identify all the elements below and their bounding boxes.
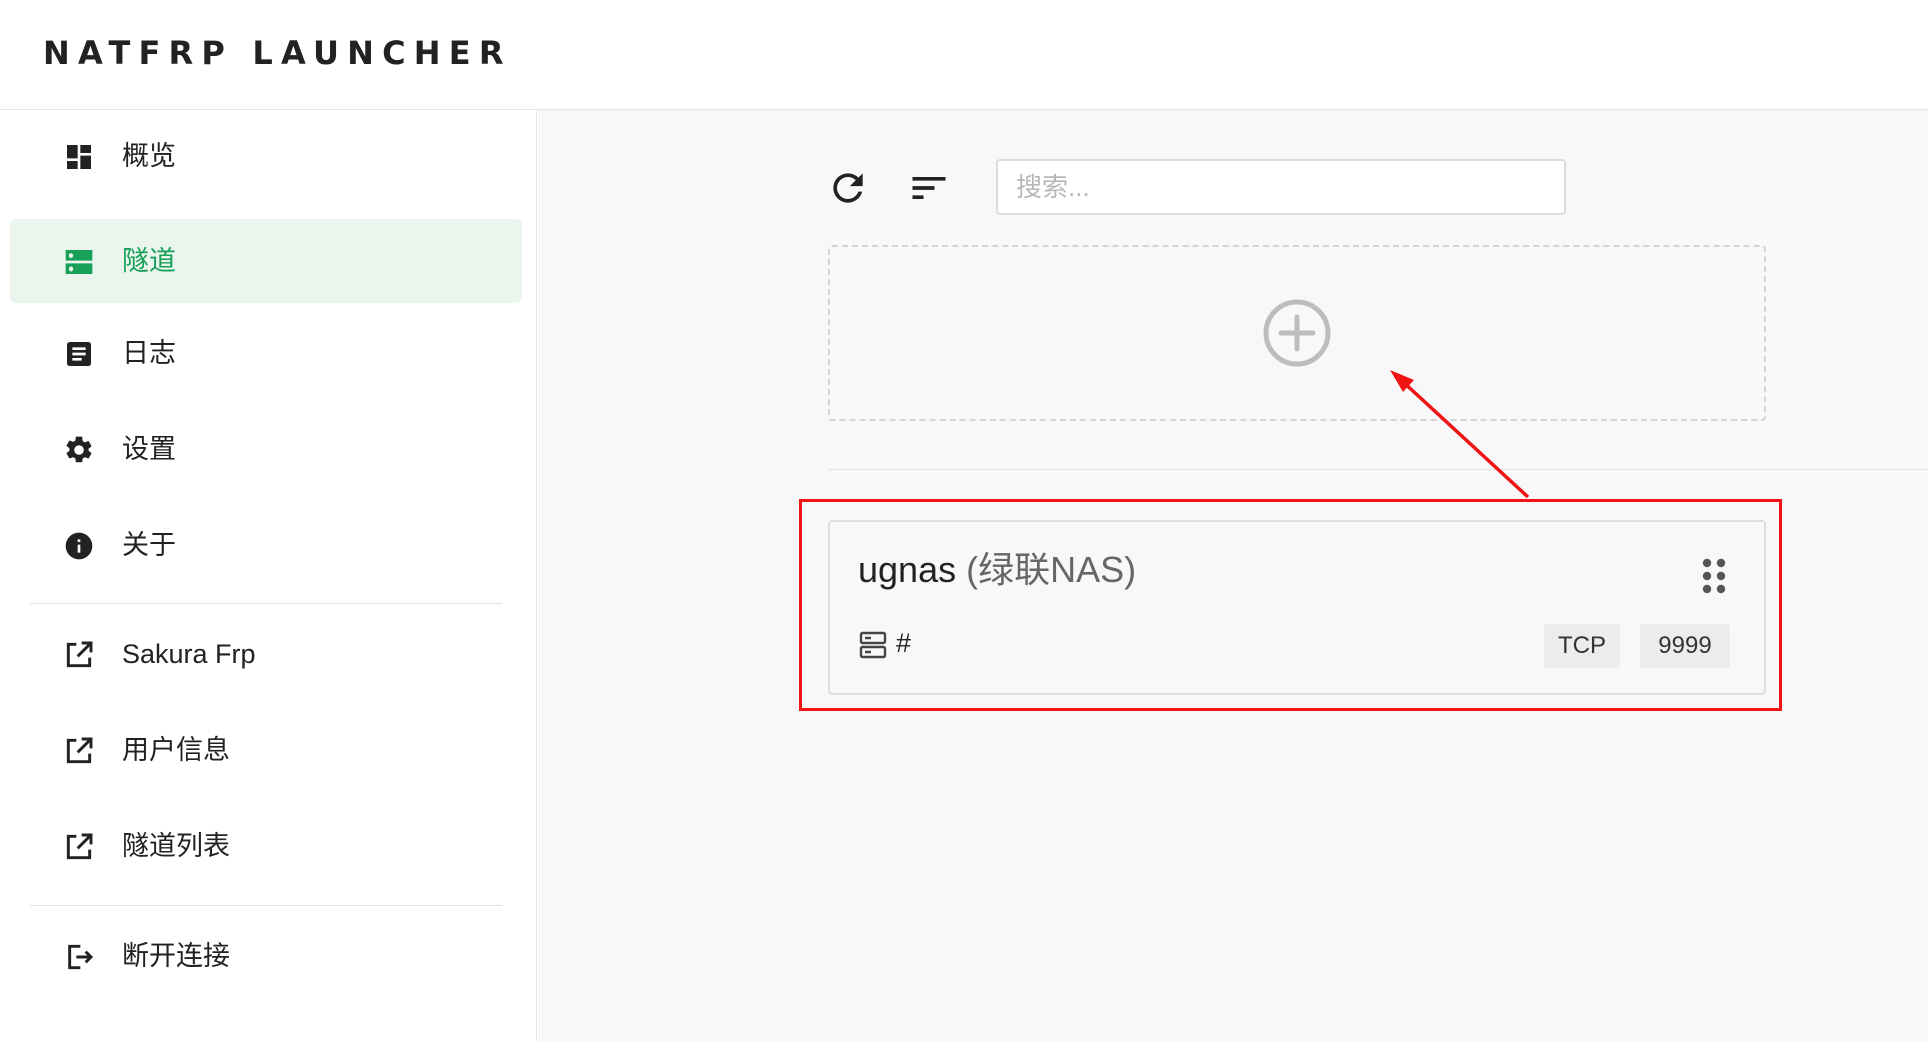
section-divider	[828, 469, 1928, 470]
sidebar-item-label: 断开连接	[122, 941, 230, 971]
tunnel-note: (绿联NAS)	[966, 549, 1137, 590]
sidebar-item-settings[interactable]: 设置	[10, 407, 522, 491]
main-content: ugnas (绿联NAS) # TCP 9999	[538, 110, 1928, 1042]
sidebar: 概览 隧道 日志 设置 关于 Sakura Frp 用户信息 隧道列表 断开连接	[0, 110, 537, 1042]
refresh-icon	[833, 173, 863, 203]
app-window: NATFRP LAUNCHER 概览 隧道 日志 设置 关于 Sakura Fr…	[0, 0, 1928, 1042]
tunnel-card[interactable]: ugnas (绿联NAS) # TCP 9999	[828, 520, 1766, 695]
tunnels-icon	[63, 246, 95, 278]
tunnel-name: ugnas	[858, 549, 957, 590]
search-input[interactable]	[996, 159, 1566, 215]
sidebar-item-label: 概览	[122, 141, 176, 171]
refresh-button[interactable]	[826, 166, 870, 210]
protocol-tag: TCP	[1544, 624, 1620, 668]
sidebar-divider	[30, 905, 502, 906]
sidebar-item-tunnel-list[interactable]: 隧道列表	[10, 804, 522, 888]
sidebar-item-label: 日志	[122, 338, 176, 368]
port-tag: 9999	[1640, 624, 1730, 668]
info-icon	[63, 530, 95, 562]
sidebar-item-overview[interactable]: 概览	[10, 114, 522, 198]
sidebar-item-sakura-frp[interactable]: Sakura Frp	[10, 612, 522, 696]
sidebar-item-about[interactable]: 关于	[10, 503, 522, 587]
app-header: NATFRP LAUNCHER	[0, 0, 1928, 110]
tunnel-title: ugnas (绿联NAS)	[858, 548, 1136, 592]
sidebar-item-user-info[interactable]: 用户信息	[10, 708, 522, 792]
log-icon	[63, 338, 95, 370]
sidebar-item-log[interactable]: 日志	[10, 311, 522, 395]
external-link-icon	[63, 735, 95, 767]
logout-icon	[63, 941, 95, 973]
sidebar-item-label: 设置	[122, 434, 176, 464]
sort-icon	[912, 177, 946, 199]
sidebar-divider	[30, 603, 502, 604]
app-title: NATFRP LAUNCHER	[43, 34, 512, 72]
server-icon	[858, 630, 888, 660]
sidebar-item-label: 隧道	[122, 246, 176, 276]
gear-icon	[63, 434, 95, 466]
sidebar-item-label: 隧道列表	[122, 831, 230, 861]
add-circle-icon	[1262, 298, 1332, 368]
add-tunnel-card[interactable]	[828, 245, 1766, 421]
sort-button[interactable]	[907, 166, 951, 210]
external-link-icon	[63, 639, 95, 671]
sidebar-item-label: Sakura Frp	[122, 639, 256, 669]
dashboard-icon	[63, 141, 95, 173]
sidebar-item-tunnels[interactable]: 隧道	[10, 219, 522, 303]
sidebar-item-label: 关于	[122, 530, 176, 560]
drag-handle-icon[interactable]	[1697, 555, 1731, 597]
external-link-icon	[63, 831, 95, 863]
sidebar-item-label: 用户信息	[122, 735, 230, 765]
sidebar-item-disconnect[interactable]: 断开连接	[10, 914, 522, 998]
tunnel-node-label: #	[896, 628, 912, 658]
